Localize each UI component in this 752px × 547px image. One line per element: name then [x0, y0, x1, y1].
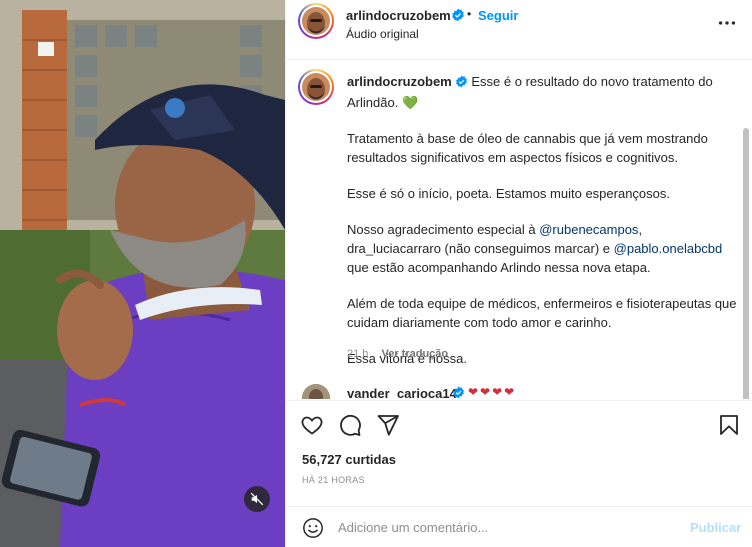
caption-paragraph-3: Esse é só o início, poeta. Estamos muito…: [347, 186, 671, 201]
follow-button[interactable]: Seguir: [478, 8, 518, 23]
comment-icon[interactable]: [338, 413, 362, 440]
publish-button[interactable]: Publicar: [690, 520, 741, 535]
see-translation-button[interactable]: Ver tradução: [381, 348, 448, 360]
caption-username[interactable]: arlindocruzobem: [347, 74, 452, 89]
caption-paragraph-5: Além de toda equipe de médicos, enfermei…: [347, 296, 737, 330]
green-heart-emoji: 💚: [401, 95, 419, 110]
comment-input[interactable]: [338, 515, 678, 539]
emoji-icon[interactable]: [302, 517, 324, 542]
post-header: arlindocruzobem • Seguir Áudio original: [286, 0, 752, 60]
post-video[interactable]: [0, 0, 285, 547]
verified-badge-icon: [452, 386, 465, 399]
add-comment-bar: Publicar: [286, 506, 752, 547]
verified-badge-icon: [451, 8, 465, 25]
post-caption: arlindocruzobem Esse é o resultado do no…: [347, 72, 737, 385]
audio-label[interactable]: Áudio original: [346, 27, 419, 41]
comment-item: vander_carioca14 ❤❤❤❤: [298, 382, 738, 399]
separator-dot: •: [467, 7, 472, 21]
post-timestamp: HÁ 21 HORAS: [302, 475, 365, 485]
caption-paragraph-2: Tratamento à base de óleo de cannabis qu…: [347, 131, 708, 165]
bookmark-icon[interactable]: [717, 413, 741, 440]
post-details-panel: arlindocruzobem • Seguir Áudio original: [285, 0, 752, 547]
verified-badge-icon: [455, 74, 468, 93]
action-bar: [286, 400, 752, 448]
heart-icon[interactable]: [300, 413, 324, 440]
mute-toggle-button[interactable]: [244, 486, 270, 512]
comments-scrollbar[interactable]: [742, 128, 750, 399]
mention-link[interactable]: @rubenecampos: [539, 222, 638, 237]
caption-meta: 21 h Ver tradução: [347, 348, 448, 360]
caption-p4-pre: Nosso agradecimento especial à: [347, 222, 536, 237]
mention-link[interactable]: @pablo.onelabcbd: [614, 241, 723, 256]
send-icon[interactable]: [376, 413, 400, 440]
comment-text: ❤❤❤❤: [468, 385, 517, 399]
caption-p4-post: que estão acompanhando Arlindo nessa nov…: [347, 260, 651, 275]
commenter-avatar[interactable]: [302, 384, 330, 399]
author-avatar[interactable]: [298, 3, 334, 39]
muted-speaker-icon: [250, 492, 264, 506]
caption-avatar[interactable]: [298, 69, 334, 105]
caption-time: 21 h: [347, 348, 369, 360]
author-username[interactable]: arlindocruzobem: [346, 8, 451, 23]
scrollbar-thumb[interactable]: [743, 128, 749, 399]
more-icon[interactable]: [716, 12, 738, 37]
comments-section[interactable]: arlindocruzobem Esse é o resultado do no…: [286, 60, 752, 399]
caption-paragraph-4: Nosso agradecimento especial à @rubeneca…: [347, 220, 737, 277]
video-frame-illustration: [0, 0, 285, 547]
commenter-username[interactable]: vander_carioca14: [347, 386, 457, 399]
likes-count[interactable]: 56,727 curtidas: [302, 452, 396, 467]
